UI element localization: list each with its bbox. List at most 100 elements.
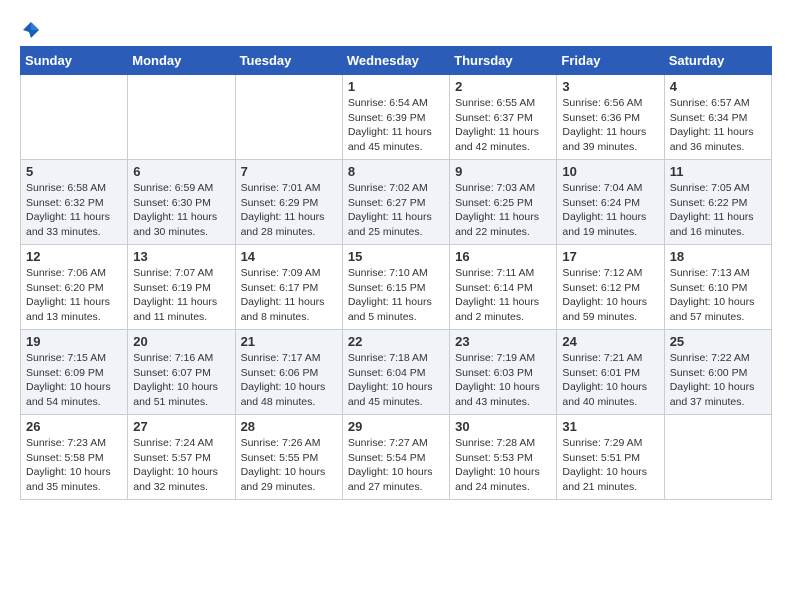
day-content: Sunrise: 7:29 AM Sunset: 5:51 PM Dayligh…: [562, 436, 658, 495]
calendar-week-row: 1 Sunrise: 6:54 AM Sunset: 6:39 PM Daylig…: [21, 75, 772, 160]
logo-icon: [21, 20, 41, 40]
day-content: Sunrise: 7:06 AM Sunset: 6:20 PM Dayligh…: [26, 266, 122, 325]
calendar-cell: [21, 75, 128, 160]
calendar-cell: 17Sunrise: 7:12 AM Sunset: 6:12 PM Dayli…: [557, 245, 664, 330]
calendar-cell: 23 Sunrise: 7:19 AM Sunset: 6:03 PM Dayli…: [450, 330, 557, 415]
day-content: Sunrise: 7:01 AM Sunset: 6:29 PM Dayligh…: [241, 181, 337, 240]
calendar-cell: 3 Sunrise: 6:56 AM Sunset: 6:36 PM Daylig…: [557, 75, 664, 160]
day-number: 13: [133, 249, 229, 264]
calendar-cell: 14 Sunrise: 7:09 AM Sunset: 6:17 PM Dayli…: [235, 245, 342, 330]
day-content: Sunrise: 7:23 AM Sunset: 5:58 PM Dayligh…: [26, 436, 122, 495]
day-content: Sunrise: 7:21 AM Sunset: 6:01 PM Dayligh…: [562, 351, 658, 410]
calendar-cell: 9 Sunrise: 7:03 AM Sunset: 6:25 PM Daylig…: [450, 160, 557, 245]
day-of-week-header: Monday: [128, 47, 235, 75]
day-of-week-header: Sunday: [21, 47, 128, 75]
day-number: 7: [241, 164, 337, 179]
calendar-cell: 29 Sunrise: 7:27 AM Sunset: 5:54 PM Dayli…: [342, 415, 449, 500]
calendar-cell: 31 Sunrise: 7:29 AM Sunset: 5:51 PM Dayli…: [557, 415, 664, 500]
calendar-cell: 26 Sunrise: 7:23 AM Sunset: 5:58 PM Dayli…: [21, 415, 128, 500]
calendar-cell: 25Sunrise: 7:22 AM Sunset: 6:00 PM Dayli…: [664, 330, 771, 415]
day-content: Sunrise: 7:27 AM Sunset: 5:54 PM Dayligh…: [348, 436, 444, 495]
calendar-cell: 7 Sunrise: 7:01 AM Sunset: 6:29 PM Daylig…: [235, 160, 342, 245]
day-content: Sunrise: 7:13 AM Sunset: 6:10 PM Dayligh…: [670, 266, 766, 325]
day-number: 15: [348, 249, 444, 264]
day-number: 10: [562, 164, 658, 179]
calendar-cell: 5 Sunrise: 6:58 AM Sunset: 6:32 PM Daylig…: [21, 160, 128, 245]
calendar-cell: 8Sunrise: 7:02 AM Sunset: 6:27 PM Daylig…: [342, 160, 449, 245]
day-content: Sunrise: 6:59 AM Sunset: 6:30 PM Dayligh…: [133, 181, 229, 240]
day-of-week-header: Tuesday: [235, 47, 342, 75]
day-content: Sunrise: 7:22 AM Sunset: 6:00 PM Dayligh…: [670, 351, 766, 410]
day-content: Sunrise: 7:15 AM Sunset: 6:09 PM Dayligh…: [26, 351, 122, 410]
calendar-week-row: 12 Sunrise: 7:06 AM Sunset: 6:20 PM Dayli…: [21, 245, 772, 330]
day-number: 6: [133, 164, 229, 179]
day-content: Sunrise: 7:10 AM Sunset: 6:15 PM Dayligh…: [348, 266, 444, 325]
day-content: Sunrise: 7:17 AM Sunset: 6:06 PM Dayligh…: [241, 351, 337, 410]
calendar-cell: 18 Sunrise: 7:13 AM Sunset: 6:10 PM Dayli…: [664, 245, 771, 330]
calendar-cell: 6 Sunrise: 6:59 AM Sunset: 6:30 PM Daylig…: [128, 160, 235, 245]
calendar-cell: 11 Sunrise: 7:05 AM Sunset: 6:22 PM Dayli…: [664, 160, 771, 245]
day-number: 19: [26, 334, 122, 349]
calendar-cell: 28Sunrise: 7:26 AM Sunset: 5:55 PM Dayli…: [235, 415, 342, 500]
day-content: Sunrise: 7:09 AM Sunset: 6:17 PM Dayligh…: [241, 266, 337, 325]
day-content: Sunrise: 6:58 AM Sunset: 6:32 PM Dayligh…: [26, 181, 122, 240]
calendar-week-row: 26 Sunrise: 7:23 AM Sunset: 5:58 PM Dayli…: [21, 415, 772, 500]
day-number: 14: [241, 249, 337, 264]
day-content: Sunrise: 7:24 AM Sunset: 5:57 PM Dayligh…: [133, 436, 229, 495]
day-number: 5: [26, 164, 122, 179]
day-number: 1: [348, 79, 444, 94]
day-content: Sunrise: 7:11 AM Sunset: 6:14 PM Dayligh…: [455, 266, 551, 325]
day-number: 4: [670, 79, 766, 94]
day-number: 8: [348, 164, 444, 179]
day-content: Sunrise: 7:03 AM Sunset: 6:25 PM Dayligh…: [455, 181, 551, 240]
day-content: Sunrise: 6:54 AM Sunset: 6:39 PM Dayligh…: [348, 96, 444, 155]
calendar-cell: 19 Sunrise: 7:15 AM Sunset: 6:09 PM Dayli…: [21, 330, 128, 415]
calendar-cell: [128, 75, 235, 160]
calendar-cell: 4 Sunrise: 6:57 AM Sunset: 6:34 PM Daylig…: [664, 75, 771, 160]
calendar-cell: 2 Sunrise: 6:55 AM Sunset: 6:37 PM Daylig…: [450, 75, 557, 160]
day-content: Sunrise: 6:57 AM Sunset: 6:34 PM Dayligh…: [670, 96, 766, 155]
day-content: Sunrise: 7:28 AM Sunset: 5:53 PM Dayligh…: [455, 436, 551, 495]
day-number: 26: [26, 419, 122, 434]
day-number: 27: [133, 419, 229, 434]
calendar-cell: 20 Sunrise: 7:16 AM Sunset: 6:07 PM Dayli…: [128, 330, 235, 415]
calendar-cell: 16 Sunrise: 7:11 AM Sunset: 6:14 PM Dayli…: [450, 245, 557, 330]
calendar-cell: 21 Sunrise: 7:17 AM Sunset: 6:06 PM Dayli…: [235, 330, 342, 415]
day-number: 30: [455, 419, 551, 434]
day-number: 21: [241, 334, 337, 349]
day-number: 20: [133, 334, 229, 349]
day-number: 9: [455, 164, 551, 179]
day-number: 31: [562, 419, 658, 434]
day-content: Sunrise: 6:56 AM Sunset: 6:36 PM Dayligh…: [562, 96, 658, 155]
day-content: Sunrise: 7:05 AM Sunset: 6:22 PM Dayligh…: [670, 181, 766, 240]
calendar-body: 1 Sunrise: 6:54 AM Sunset: 6:39 PM Daylig…: [21, 75, 772, 500]
calendar-cell: 27 Sunrise: 7:24 AM Sunset: 5:57 PM Dayli…: [128, 415, 235, 500]
day-number: 2: [455, 79, 551, 94]
day-number: 23: [455, 334, 551, 349]
day-number: 3: [562, 79, 658, 94]
day-number: 24: [562, 334, 658, 349]
page-header: [20, 20, 772, 36]
calendar-cell: 15 Sunrise: 7:10 AM Sunset: 6:15 PM Dayli…: [342, 245, 449, 330]
calendar-cell: 12 Sunrise: 7:06 AM Sunset: 6:20 PM Dayli…: [21, 245, 128, 330]
day-number: 22: [348, 334, 444, 349]
day-number: 16: [455, 249, 551, 264]
calendar-cell: [235, 75, 342, 160]
day-number: 12: [26, 249, 122, 264]
day-content: Sunrise: 6:55 AM Sunset: 6:37 PM Dayligh…: [455, 96, 551, 155]
day-content: Sunrise: 7:18 AM Sunset: 6:04 PM Dayligh…: [348, 351, 444, 410]
day-number: 11: [670, 164, 766, 179]
header-row: SundayMondayTuesdayWednesdayThursdayFrid…: [21, 47, 772, 75]
day-content: Sunrise: 7:26 AM Sunset: 5:55 PM Dayligh…: [241, 436, 337, 495]
day-of-week-header: Wednesday: [342, 47, 449, 75]
day-of-week-header: Thursday: [450, 47, 557, 75]
calendar-week-row: 5 Sunrise: 6:58 AM Sunset: 6:32 PM Daylig…: [21, 160, 772, 245]
day-content: Sunrise: 7:16 AM Sunset: 6:07 PM Dayligh…: [133, 351, 229, 410]
logo: [20, 20, 42, 36]
calendar-cell: 24 Sunrise: 7:21 AM Sunset: 6:01 PM Dayli…: [557, 330, 664, 415]
day-number: 18: [670, 249, 766, 264]
day-content: Sunrise: 7:04 AM Sunset: 6:24 PM Dayligh…: [562, 181, 658, 240]
calendar-cell: 13Sunrise: 7:07 AM Sunset: 6:19 PM Dayli…: [128, 245, 235, 330]
day-content: Sunrise: 7:19 AM Sunset: 6:03 PM Dayligh…: [455, 351, 551, 410]
day-number: 29: [348, 419, 444, 434]
